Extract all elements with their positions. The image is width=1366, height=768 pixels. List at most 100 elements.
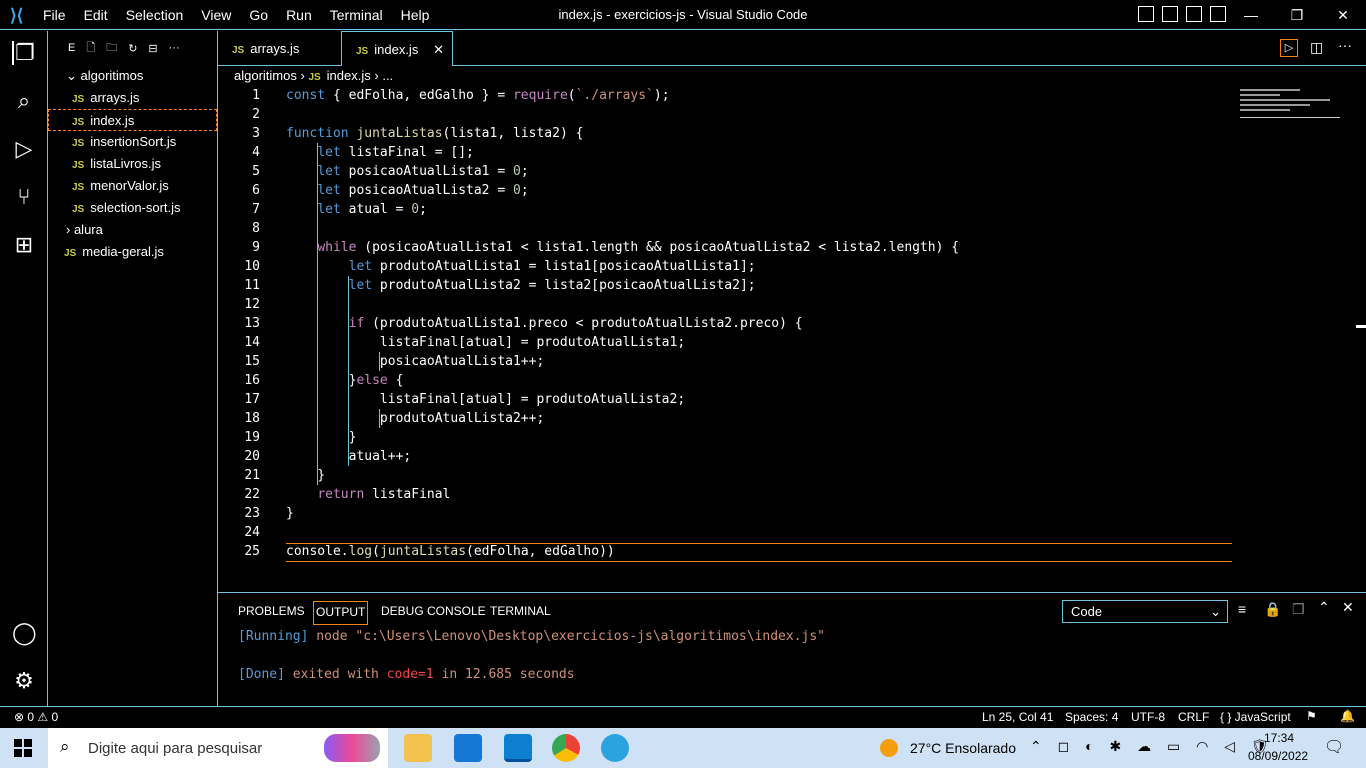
file-menorvalor[interactable]: JS menorValor.js [48, 175, 217, 197]
toggle-secondary-sidebar-icon[interactable] [1186, 6, 1202, 22]
tab-terminal[interactable]: TERMINAL [488, 601, 553, 625]
code-line[interactable]: function juntaListas(lista1, lista2) { [286, 124, 583, 143]
line-ending[interactable]: CRLF [1178, 710, 1209, 724]
minimap[interactable] [1240, 86, 1340, 136]
menu-file[interactable]: File [34, 7, 75, 23]
code-line[interactable]: let produtoAtualLista2 = lista2[posicaoA… [286, 276, 756, 295]
action-center-icon[interactable]: 🗨 [1324, 737, 1344, 757]
vscode-taskbar-icon[interactable] [504, 734, 532, 762]
tab-arrays[interactable]: JS arrays.js [218, 31, 340, 66]
code-line[interactable]: } [286, 428, 357, 447]
clock-date[interactable]: 08/09/2022 [1248, 749, 1308, 763]
code-line[interactable]: produtoAtualLista2++; [286, 409, 544, 428]
telegram-icon[interactable] [601, 734, 629, 762]
code-line[interactable]: if (produtoAtualLista1.preco < produtoAt… [286, 314, 803, 333]
new-file-icon[interactable]: 🗋 [86, 39, 95, 58]
clear-output-icon[interactable]: ≡ [1238, 601, 1246, 617]
toggle-panel-icon[interactable] [1162, 6, 1178, 22]
new-folder-icon[interactable]: 🗀 [106, 39, 117, 58]
toggle-sidebar-icon[interactable] [1138, 6, 1154, 22]
mail-icon[interactable] [454, 734, 482, 762]
menu-edit[interactable]: Edit [75, 7, 117, 23]
code-line[interactable]: let atual = 0; [286, 200, 427, 219]
code-line[interactable]: posicaoAtualLista1++; [286, 352, 544, 371]
file-index[interactable]: JS index.js [48, 109, 217, 131]
code-line[interactable]: let produtoAtualLista1 = lista1[posicaoA… [286, 257, 756, 276]
extensions-icon[interactable]: ⊞ [12, 233, 36, 257]
menu-run[interactable]: Run [277, 7, 321, 23]
editor-more-icon[interactable]: ··· [1338, 37, 1352, 53]
problems-count[interactable]: ⊗ 0 ⚠ 0 [14, 710, 58, 724]
breadcrumb-folder[interactable]: algoritimos [234, 68, 297, 83]
code-line[interactable]: const { edFolha, edGalho } = require(`./… [286, 86, 670, 105]
file-selection-sort[interactable]: JS selection-sort.js [48, 197, 217, 219]
settings-gear-icon[interactable]: ⚙ [12, 669, 36, 693]
close-tab-icon[interactable]: ✕ [433, 32, 444, 67]
language-mode[interactable]: { } JavaScript [1220, 710, 1291, 724]
folder-algoritimos[interactable]: ⌄ algoritimos [48, 65, 217, 87]
notifications-icon[interactable]: 🔔 [1340, 709, 1355, 723]
breadcrumb-file[interactable]: index.js [327, 68, 371, 83]
clock-time[interactable]: 17:34 [1264, 731, 1294, 745]
code-line[interactable]: let posicaoAtualLista2 = 0; [286, 181, 528, 200]
tab-problems[interactable]: PROBLEMS [236, 601, 307, 625]
account-icon[interactable]: ◯ [12, 621, 37, 645]
split-editor-icon[interactable]: ◫ [1310, 39, 1323, 56]
windows-start-icon[interactable] [14, 739, 32, 757]
menu-terminal[interactable]: Terminal [321, 7, 392, 23]
run-debug-icon[interactable]: ▷ [12, 137, 36, 161]
code-line[interactable]: }else { [286, 371, 404, 390]
indentation[interactable]: Spaces: 4 [1065, 710, 1118, 724]
js-file-icon: JS [72, 160, 85, 171]
output-channel-select[interactable]: Code ⌄ [1062, 600, 1228, 623]
tab-debug-console[interactable]: DEBUG CONSOLE [379, 601, 488, 625]
tab-index[interactable]: JS index.js ✕ [341, 31, 453, 66]
code-line[interactable]: } [286, 466, 325, 485]
file-explorer-icon[interactable] [404, 734, 432, 762]
search-icon[interactable]: ⌕ [12, 89, 36, 113]
output-panel: PROBLEMS OUTPUT DEBUG CONSOLE TERMINAL C… [218, 592, 1366, 706]
code-line[interactable]: listaFinal[atual] = produtoAtualLista1; [286, 333, 685, 352]
minimize-button[interactable]: — [1228, 0, 1274, 30]
system-tray-icons[interactable]: ⌃ ◻ ◐ ✱ ☁ ▭ ◠ ◁ 🛡 [1030, 738, 1275, 755]
maximize-panel-icon[interactable]: ⌃ [1318, 599, 1330, 616]
collapse-all-icon[interactable]: ⊟ [148, 42, 157, 55]
more-actions-icon[interactable]: ··· [169, 42, 180, 54]
menu-view[interactable]: View [192, 7, 240, 23]
feedback-icon[interactable]: ⚑ [1306, 709, 1317, 723]
lock-scroll-icon[interactable]: 🔒 [1264, 601, 1281, 618]
file-listalivros[interactable]: JS listaLivros.js [48, 153, 217, 175]
tab-output[interactable]: OUTPUT [313, 601, 369, 625]
cursor-position[interactable]: Ln 25, Col 41 [982, 710, 1053, 724]
code-line[interactable]: let posicaoAtualLista1 = 0; [286, 162, 528, 181]
scrollbar-marker[interactable] [1356, 325, 1366, 328]
file-media-geral[interactable]: JS media-geral.js [48, 241, 217, 263]
code-line[interactable]: let listaFinal = []; [286, 143, 474, 162]
menu-go[interactable]: Go [240, 7, 277, 23]
chrome-icon[interactable] [552, 734, 580, 762]
close-window-button[interactable]: ✕ [1320, 0, 1366, 30]
file-arrays[interactable]: JS arrays.js [48, 87, 217, 109]
code-line[interactable]: return listaFinal [286, 485, 450, 504]
encoding[interactable]: UTF-8 [1131, 710, 1165, 724]
maximize-button[interactable]: ❐ [1274, 0, 1320, 30]
run-code-icon[interactable]: ▷ [1280, 39, 1298, 57]
taskbar-search[interactable]: ⌕ Digite aqui para pesquisar [48, 728, 388, 768]
breadcrumb-more[interactable]: ... [382, 68, 393, 83]
close-panel-icon[interactable]: ✕ [1342, 599, 1354, 616]
code-line[interactable]: listaFinal[atual] = produtoAtualLista2; [286, 390, 685, 409]
refresh-icon[interactable]: ↻ [128, 42, 137, 55]
menu-help[interactable]: Help [392, 7, 439, 23]
folder-alura[interactable]: › alura [48, 219, 217, 241]
code-line[interactable]: } [286, 504, 294, 523]
file-insertionsort[interactable]: JS insertionSort.js [48, 131, 217, 153]
weather-sun-icon[interactable] [880, 739, 898, 757]
code-line[interactable]: while (posicaoAtualLista1 < lista1.lengt… [286, 238, 959, 257]
open-in-editor-icon[interactable]: ❐ [1292, 601, 1305, 618]
menu-selection[interactable]: Selection [117, 7, 193, 23]
weather-text[interactable]: 27°C Ensolarado [910, 740, 1016, 756]
source-control-icon[interactable]: ⑂ [12, 185, 36, 209]
customize-layout-icon[interactable] [1210, 6, 1226, 22]
code-editor[interactable]: 1 const { edFolha, edGalho } = require(`.… [218, 86, 1366, 592]
explorer-icon[interactable]: ❐ [12, 41, 36, 65]
